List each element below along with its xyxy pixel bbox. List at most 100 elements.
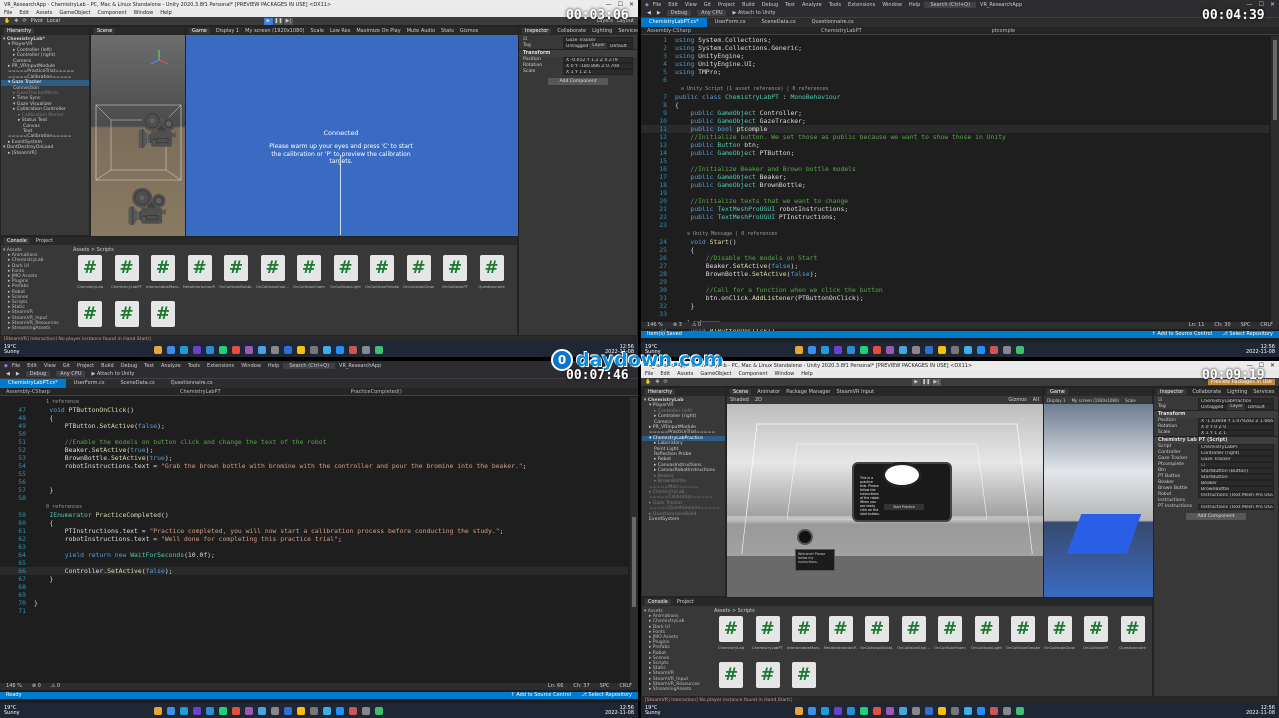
menu-item-tools[interactable]: Tools [188,363,200,369]
forward-icon[interactable]: ▶ [16,371,20,377]
pivot-toggle[interactable]: Pivot [31,18,43,24]
stats-toggle[interactable]: Stats [441,28,454,34]
taskbar-app-icon[interactable] [271,706,279,715]
vs-search-box[interactable]: Search (Ctrl+Q) [924,1,977,8]
code-line[interactable]: 7 public class ChemistryLabPT : MonoBehav… [641,93,1269,101]
menu-item-help[interactable]: Help [909,2,920,8]
status-item[interactable]: SPC [600,683,610,690]
csharp-script-icon[interactable]: # [443,255,467,281]
start-practice-button[interactable]: Start Practice [884,504,924,510]
menu-item-component[interactable]: Component [739,371,768,377]
csharp-script-icon[interactable]: # [479,255,504,281]
taskbar-app-icon[interactable] [925,706,933,715]
code-line[interactable]: 3 using UnityEngine; [641,52,1269,60]
field-value[interactable]: X 1 Y 1 Z 1 [563,69,633,75]
resolution-dropdown[interactable]: My screen (1920x1080) [245,28,304,34]
tab-project[interactable]: Project [36,238,53,244]
taskbar-app-icon[interactable] [990,345,998,354]
asset-folder[interactable]: ▸ StreamingAssets [3,326,69,331]
hand-tool-icon[interactable]: ✋ [4,18,10,24]
configuration-dropdown[interactable]: Debug [666,10,692,16]
csharp-script-icon[interactable]: # [755,616,780,642]
taskbar-app-icon[interactable] [1016,706,1024,715]
field-value[interactable]: StartButton [1198,474,1274,480]
taskbar-app-icon[interactable] [847,345,855,354]
taskbar-app-icon[interactable] [951,345,959,354]
code-line[interactable]: 15 [641,157,1269,165]
csharp-script-icon[interactable]: # [828,616,853,642]
code-line[interactable]: 57 } [0,486,628,494]
taskbar-app-icon[interactable] [323,345,331,354]
select-repository-button[interactable]: ⎇ Select Repository [1222,331,1273,338]
csharp-script-icon[interactable]: # [151,301,175,327]
status-item[interactable]: CRLF [1260,322,1273,329]
transform-header[interactable]: Transform [1154,410,1278,418]
move-tool-icon[interactable]: ✥ [14,18,18,24]
display-dropdown[interactable]: Display 1 [216,28,239,34]
taskbar-app-icon[interactable] [258,345,266,354]
code-editor[interactable]: 1 using System.Collections; 2 using System.… [641,36,1269,335]
code-line[interactable]: ⊙ Unity Script (1 asset reference) | 0 r… [641,84,1269,93]
code-line[interactable]: 0 references [0,502,628,511]
taskbar-app-icon[interactable] [193,345,201,354]
menu-item-window[interactable]: Window [241,363,261,369]
menu-item-extensions[interactable]: Extensions [207,363,234,369]
forward-icon[interactable]: ▶ [657,10,661,16]
csharp-script-icon[interactable]: # [1047,616,1072,642]
code-line[interactable]: 53 BrownBottle.SetActive(true); [0,454,628,462]
menu-item-build[interactable]: Build [101,363,114,369]
taskbar-app-icon[interactable] [245,706,253,715]
field-value[interactable]: X 0 Y -180.886 Z 0.708 [563,63,633,69]
menu-item-analyze[interactable]: Analyze [802,2,822,8]
document-tab[interactable]: Questionnaire.cs [163,379,221,388]
taskbar-app-icon[interactable] [206,706,214,715]
tab-steamvr-input[interactable]: SteamVR Input [836,389,874,395]
weather-widget[interactable]: 19°C Sunny [4,705,44,716]
taskbar-app-icon[interactable] [886,706,894,715]
project-breadcrumb[interactable]: Assets > Scripts [714,608,755,614]
menu-item-build[interactable]: Build [742,2,755,8]
menu-item-window[interactable]: Window [775,371,795,377]
tab-scene[interactable]: Scene [730,389,752,395]
taskbar-app-icon[interactable] [284,706,292,715]
field-value[interactable]: StartButton (Button) [1198,468,1274,474]
status-item[interactable]: ⚠ 0 [692,322,701,329]
pause-button[interactable]: ❚❚ [921,378,931,386]
scale-slider[interactable]: Scale [1125,398,1136,403]
code-line[interactable]: 13 public Button btn; [641,141,1269,149]
menu-item-extensions[interactable]: Extensions [848,2,875,8]
field-value[interactable]: X -1.03608 Y 1.079282 Z 1.666801 [1198,418,1274,424]
system-tray-clock[interactable]: 12:56 2022-11-08 [1246,705,1275,716]
taskbar-app-icon[interactable] [336,706,344,715]
system-tray-clock[interactable]: 12:56 2022-11-08 [1246,344,1275,355]
csharp-script-icon[interactable]: # [333,255,358,281]
code-line[interactable]: 66 Controller.SetActive(false); [0,567,628,575]
taskbar-app-icon[interactable] [193,706,201,715]
close-icon[interactable]: ✕ [1270,362,1275,369]
attach-to-unity-button[interactable]: ▶ Attach to Unity [732,10,775,16]
shading-mode-dropdown[interactable]: Shaded [730,397,749,403]
layer-dropdown[interactable]: Default [1245,404,1274,410]
csharp-script-icon[interactable]: # [224,255,248,281]
field-value[interactable]: ☐ [1198,462,1274,468]
tab-project[interactable]: Project [677,599,694,605]
taskbar-app-icon[interactable] [860,706,868,715]
taskbar-app-icon[interactable] [925,345,933,354]
csharp-script-icon[interactable]: # [1084,616,1108,642]
menu-item-window[interactable]: Window [134,10,154,16]
2d-toggle[interactable]: 2D [755,397,762,403]
taskbar-app-icon[interactable] [219,706,227,715]
code-line[interactable]: 30 //Call for a function when we click t… [641,286,1269,294]
csharp-script-icon[interactable]: # [114,301,139,327]
taskbar-app-icon[interactable] [964,345,972,354]
taskbar-app-icon[interactable] [1003,345,1011,354]
taskbar-app-icon[interactable] [821,345,829,354]
code-line[interactable]: 29 [641,278,1269,286]
menu-item-help[interactable]: Help [801,371,812,377]
taskbar-app-icon[interactable] [180,345,188,354]
field-value[interactable]: Controller (right) [1198,450,1274,456]
taskbar-app-icon[interactable] [795,706,803,715]
tag-dropdown[interactable]: Untagged [563,43,589,49]
tag-dropdown[interactable]: Untagged [1198,404,1227,410]
taskbar-app-icon[interactable] [336,345,344,354]
